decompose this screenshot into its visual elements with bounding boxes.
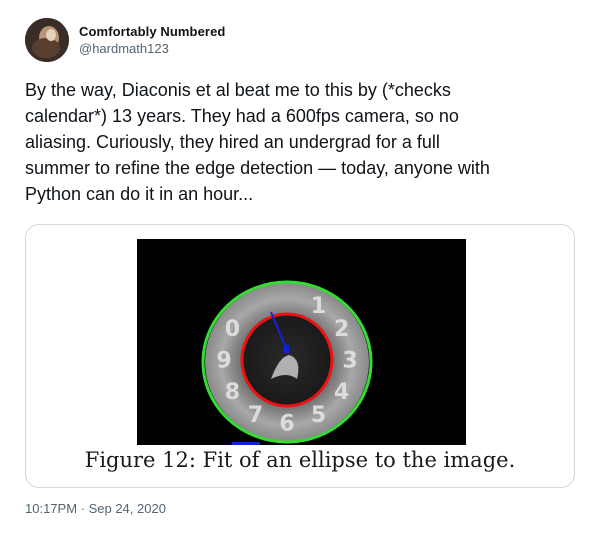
media-card[interactable]: 12 3 45678 9 0 Figure 12: Fit of an ellipse … [25, 224, 575, 488]
dial-digit: 0 [225, 317, 240, 342]
avatar[interactable] [25, 18, 69, 62]
tweet-text-line: summer to refine the edge detection — to… [25, 158, 490, 178]
ellipse-fit-figure: 12 3 45678 9 0 [137, 239, 466, 445]
tweet-text: By the way, Diaconis et al beat me to th… [25, 77, 580, 207]
dial-digit: 2 [334, 317, 349, 342]
tweet-text-line: calendar*) 13 years. They had a 600fps c… [25, 106, 459, 126]
dial-digit: 9 [216, 349, 231, 374]
tweet-text-line: By the way, Diaconis et al beat me to th… [25, 80, 451, 100]
dial-digit: 5 [311, 403, 326, 428]
dial-digit: 6 [279, 412, 294, 437]
baseline-marker [232, 442, 260, 445]
dial-digit: 1 [311, 294, 326, 319]
tweet-text-line: aliasing. Curiously, they hired an under… [25, 132, 440, 152]
avatar-photo-icon [25, 18, 69, 62]
dial-digit: 4 [334, 380, 349, 405]
figure-image[interactable]: 12 3 45678 9 0 [137, 239, 466, 445]
dial-digit: 7 [248, 403, 263, 428]
author-handle[interactable]: @hardmath123 [79, 41, 169, 56]
author-display-name[interactable]: Comfortably Numbered [79, 24, 225, 39]
dial-digit: 3 [342, 349, 357, 374]
figure-caption: Figure 12: Fit of an ellipse to the imag… [84, 448, 516, 472]
dial-digit: 8 [225, 380, 240, 405]
tweet-text-line: Python can do it in an hour... [25, 184, 254, 204]
timestamp[interactable]: 10:17PM · Sep 24, 2020 [25, 501, 166, 516]
pointer-marker [284, 345, 289, 353]
